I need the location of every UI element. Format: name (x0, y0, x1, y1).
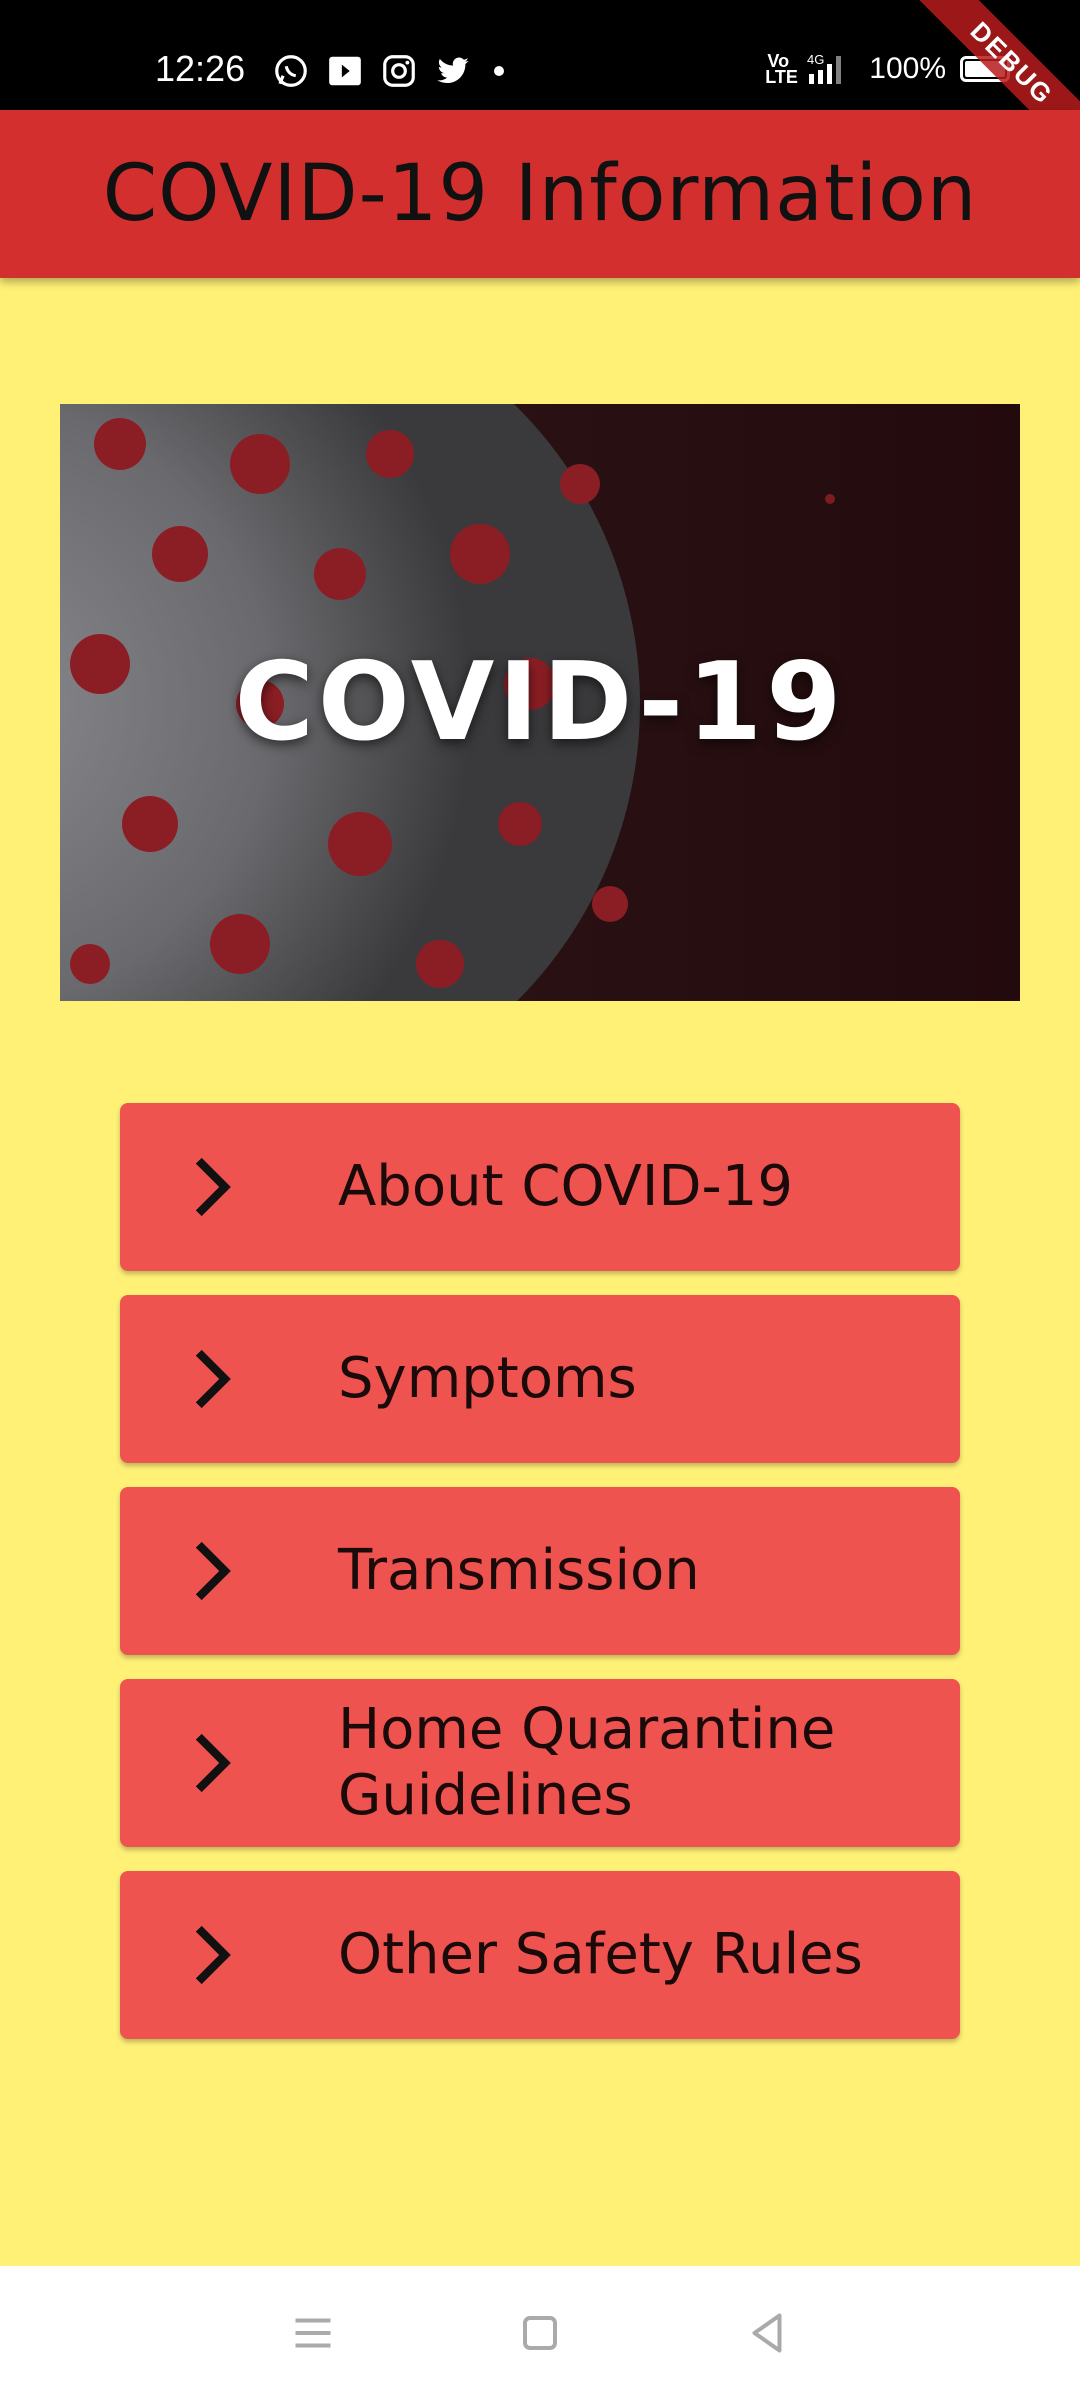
youtube-icon (329, 56, 361, 86)
chevron-right-icon (195, 1925, 231, 1985)
volte-indicator: Vo LTE (765, 51, 798, 87)
banner-title: COVID-19 (234, 640, 846, 765)
battery-icon (960, 56, 1010, 82)
info-menu: About COVID-19 Symptoms Transmission Hom… (120, 1103, 960, 2063)
app-bar: COVID-19 Information (0, 110, 1080, 278)
screen: 12:26 Vo LTE 4G 100% DEBUG COVID-19 Info… (0, 0, 1080, 2400)
instagram-icon (383, 55, 415, 87)
menu-item-label: About COVID-19 (338, 1154, 793, 1219)
battery-percent: 100% (869, 52, 946, 85)
twitter-icon (437, 57, 469, 84)
more-notifications-dot (494, 66, 504, 76)
chevron-right-icon (195, 1733, 231, 1793)
symptoms-button[interactable]: Symptoms (120, 1295, 960, 1463)
home-quarantine-button[interactable]: Home Quarantine Guidelines (120, 1679, 960, 1847)
status-indicators: Vo LTE 4G 100% (765, 52, 1010, 86)
covid-banner-image: COVID-19 (60, 404, 1020, 1001)
whatsapp-icon (275, 55, 307, 87)
transmission-button[interactable]: Transmission (120, 1487, 960, 1655)
about-covid-button[interactable]: About COVID-19 (120, 1103, 960, 1271)
signal-icon: 4G (807, 52, 842, 84)
chevron-right-icon (195, 1157, 231, 1217)
menu-item-label: Transmission (338, 1538, 700, 1603)
status-time: 12:26 (155, 48, 246, 89)
network-type: 4G (807, 52, 824, 67)
menu-item-label: Other Safety Rules (338, 1922, 863, 1987)
notification-icons (272, 52, 504, 90)
page-title: COVID-19 Information (102, 149, 978, 239)
chevron-right-icon (195, 1541, 231, 1601)
menu-item-label: Symptoms (338, 1346, 637, 1411)
system-nav-bar (0, 2266, 1080, 2400)
chevron-right-icon (195, 1349, 231, 1409)
menu-item-label: Home Quarantine Guidelines (338, 1697, 836, 1828)
back-icon[interactable] (737, 2303, 797, 2363)
menu-icon[interactable] (283, 2303, 343, 2363)
status-bar: 12:26 Vo LTE 4G 100% (0, 0, 1080, 110)
home-icon[interactable] (510, 2303, 570, 2363)
other-safety-rules-button[interactable]: Other Safety Rules (120, 1871, 960, 2039)
